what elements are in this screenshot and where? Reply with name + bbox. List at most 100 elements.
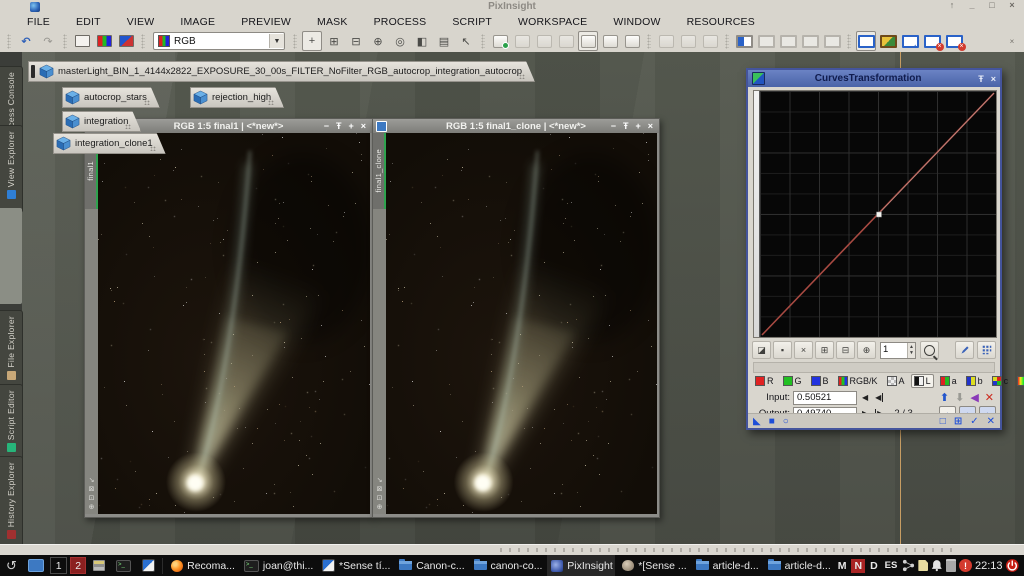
toolbar-grip[interactable] [647,34,651,49]
apply-icon[interactable]: ■ [769,416,775,427]
image-window-icon[interactable] [72,31,92,51]
menu-preview[interactable]: PREVIEW [228,16,304,28]
browse-documentation-icon[interactable]: □ [940,416,946,427]
text-editor-launcher-icon[interactable] [138,555,159,576]
shade-icon[interactable]: Ŧ [336,121,342,131]
alert-tray-icon[interactable]: ! [959,559,972,572]
menu-script[interactable]: SCRIPT [439,16,505,28]
terminal-launcher-icon[interactable]: >_ [112,555,135,576]
toolbar-grip[interactable] [847,34,851,49]
menu-process[interactable]: PROCESS [361,16,440,28]
task-folder-article[interactable]: article-d... [692,555,761,576]
redo-icon[interactable]: ↷ [38,31,58,51]
channel-g[interactable]: G [780,374,805,388]
task-gimp[interactable]: *[Sense ... [618,555,688,576]
process-explorer-icon[interactable] [578,31,598,51]
view-selector-tab[interactable]: final1_clone [373,133,386,209]
image-canvas-final1-clone[interactable] [386,133,657,514]
channel-r[interactable]: R [752,374,777,388]
grid-toggle-icon[interactable] [977,341,996,359]
reset-channel-icon[interactable]: ✕ [985,391,994,404]
curve-panel[interactable] [760,91,996,337]
zoom-icon[interactable]: + [635,121,640,131]
send-to-workspace-icon[interactable] [900,31,920,51]
sidebar-tab-script-editor[interactable]: Script Editor [0,384,23,464]
toolbar-grip[interactable] [7,34,11,49]
channel-a[interactable]: a [937,374,960,388]
task-firefox[interactable]: Recoma... [167,555,237,576]
window-rollup-icon[interactable]: ↑ [946,0,958,10]
screen-transfer-icon[interactable] [94,31,114,51]
tab-grip[interactable] [519,74,525,79]
toolbar-grip[interactable] [293,34,297,49]
current-monitor-icon[interactable] [856,31,876,51]
iconized-window-rejection-high[interactable]: rejection_high [190,87,284,108]
process-load-icon[interactable] [622,31,642,51]
split-workspace-icon[interactable] [734,31,754,51]
zoom-in-icon[interactable]: ⊞ [815,341,834,359]
view-mode-select[interactable]: RGB ▼ [153,32,285,50]
workspace-1-icon[interactable] [756,31,776,51]
sidebar-tab-history-explorer[interactable]: History Explorer [0,456,23,545]
process-history-back-icon[interactable] [556,31,576,51]
channel-alpha[interactable]: A [884,374,908,388]
tray-layout-es[interactable]: ES [883,560,900,571]
dock-highlight-segment[interactable] [0,208,22,304]
window-close-icon[interactable]: × [1006,0,1018,10]
iconize-icon[interactable]: − [611,121,616,131]
new-process-icon[interactable]: ⊞ [954,416,962,427]
clock[interactable]: 22:13 [975,560,1003,572]
toolbar-grip[interactable] [63,34,67,49]
spinner-arrows-icon[interactable]: ▲▼ [907,343,915,358]
optimal-zoom-icon[interactable]: ⊕ [377,504,383,512]
close-icon[interactable]: × [991,74,996,84]
new-preview-mode-icon[interactable]: ◧ [412,31,432,51]
power-icon[interactable] [1005,558,1020,573]
window-menu-icon[interactable]: ↺ [2,555,21,576]
channel-h[interactable]: H [1014,374,1024,388]
image-window-final1[interactable]: RGB 1:5 final1 | <*new*> − Ŧ + × final1 … [84,118,373,518]
smooth-curve-icon[interactable] [955,341,974,359]
curves-transformation-dialog[interactable]: CurvesTransformation Ŧ × ◪ ▪ × ⊞ [746,68,1002,430]
tab-grip[interactable] [268,100,274,105]
channel-l[interactable]: L [911,374,934,388]
optimal-zoom-icon[interactable]: ⊕ [89,504,95,512]
menu-file[interactable]: FILE [14,16,63,28]
wallpaper-icon[interactable] [878,31,898,51]
iconized-window-masterlight[interactable]: masterLight_BIN_1_4144x2822_EXPOSURE_30_… [28,61,535,82]
previous-point-icon[interactable]: ◀ [862,393,868,402]
iconized-window-integration-clone1[interactable]: integration_clone1 [53,133,166,154]
network-share-icon[interactable] [902,559,915,572]
close-all-workspaces-icon[interactable] [944,31,964,51]
zoom-fit-icon[interactable]: ⊠ [377,486,383,494]
process-restore-icon[interactable] [656,31,676,51]
center-image-icon[interactable]: ⊕ [368,31,388,51]
tab-grip[interactable] [144,100,150,105]
edit-point-mode-icon[interactable]: ◪ [752,341,771,359]
menu-image[interactable]: IMAGE [167,16,228,28]
channel-b-lab[interactable]: b [963,374,986,388]
toolbar-grip[interactable] [725,34,729,49]
iconized-window-autocrop-stars[interactable]: autocrop_stars [62,87,160,108]
window-corner-controls[interactable]: ↘ ⊠ ⊡ ⊕ [373,477,386,512]
select-point-mode-icon[interactable]: ▪ [773,341,792,359]
undo-icon[interactable]: ↶ [16,31,36,51]
window-corner-controls[interactable]: ↘ ⊠ ⊡ ⊕ [85,477,98,512]
task-pixinsight[interactable]: PixInsight [547,555,615,576]
task-folder-article2[interactable]: article-d... [764,555,833,576]
menu-mask[interactable]: MASK [304,16,361,28]
iconize-icon[interactable]: − [324,121,329,131]
zoom-11-icon[interactable] [920,341,939,359]
new-instance-icon[interactable]: ◣ [753,416,761,427]
close-workspace-icon[interactable] [922,31,942,51]
tray-keyboard-d[interactable]: D [868,560,880,572]
chevron-down-icon[interactable]: ▼ [269,34,284,48]
menu-edit[interactable]: EDIT [63,16,114,28]
show-desktop-icon[interactable] [24,555,47,576]
workspace-2-icon[interactable] [778,31,798,51]
duplicate-view-icon[interactable]: ⊡ [89,495,95,503]
file-manager-launcher-icon[interactable] [89,555,109,576]
zoom-level-spinner[interactable]: 1 ▲▼ [880,342,916,359]
zoom-in-mode-icon[interactable]: ⊞ [324,31,344,51]
battery-tray-icon[interactable] [946,559,956,572]
